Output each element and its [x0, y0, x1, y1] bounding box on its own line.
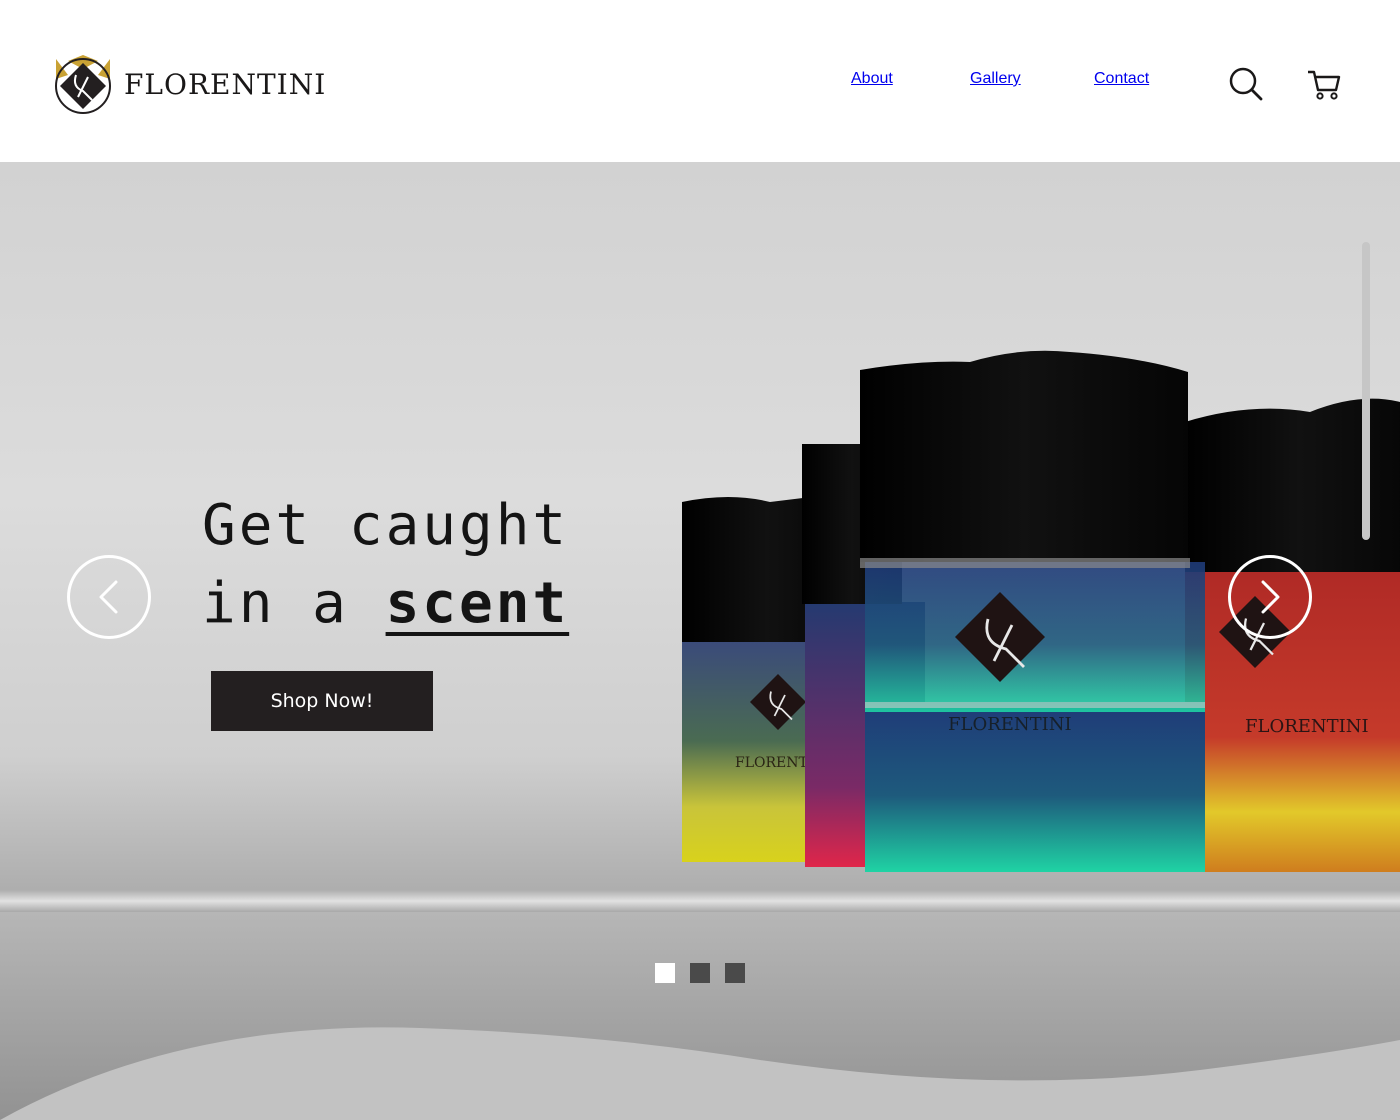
hero-headline: Get caught in a scent: [202, 487, 569, 643]
carousel-dot-3[interactable]: [725, 963, 745, 983]
carousel-dot-2[interactable]: [690, 963, 710, 983]
nav-contact[interactable]: Contact: [1094, 70, 1149, 88]
floor-highlight: [0, 890, 1400, 912]
svg-text:FLORENTI: FLORENTI: [735, 755, 813, 771]
headline-emphasis: scent: [385, 571, 570, 636]
logo-mark-icon: [55, 55, 111, 114]
nav-about[interactable]: About: [851, 70, 893, 88]
svg-text:FLORENTINI: FLORENTINI: [1245, 716, 1369, 737]
cart-button[interactable]: [1306, 68, 1342, 107]
nav-gallery[interactable]: Gallery: [970, 70, 1021, 88]
wave-divider: [0, 1027, 1400, 1120]
shop-now-button[interactable]: Shop Now!: [211, 671, 433, 731]
headline-prefix: in a: [202, 571, 386, 636]
scroll-indicator[interactable]: [1362, 242, 1370, 540]
brand-name: FLORENTINI: [124, 67, 327, 101]
brand-logo[interactable]: FLORENTINI: [52, 52, 326, 116]
search-icon: [1229, 67, 1263, 101]
hero-carousel: FLORENTINI FLORENTI FLORENTINI Get caugh…: [0, 162, 1400, 1120]
carousel-dot-1[interactable]: [655, 963, 675, 983]
headline-line-2: in a scent: [202, 565, 569, 643]
svg-text:FLORENTINI: FLORENTINI: [948, 714, 1072, 735]
cart-icon: [1308, 70, 1341, 100]
carousel-next-button[interactable]: [1228, 555, 1312, 639]
carousel-prev-button[interactable]: [67, 555, 151, 639]
site-header: FLORENTINI About Gallery Contact: [0, 0, 1400, 162]
chevron-left-icon: [99, 580, 118, 614]
headline-line-1: Get caught: [202, 493, 570, 558]
chevron-right-icon: [1261, 580, 1280, 614]
search-button[interactable]: [1228, 66, 1264, 107]
